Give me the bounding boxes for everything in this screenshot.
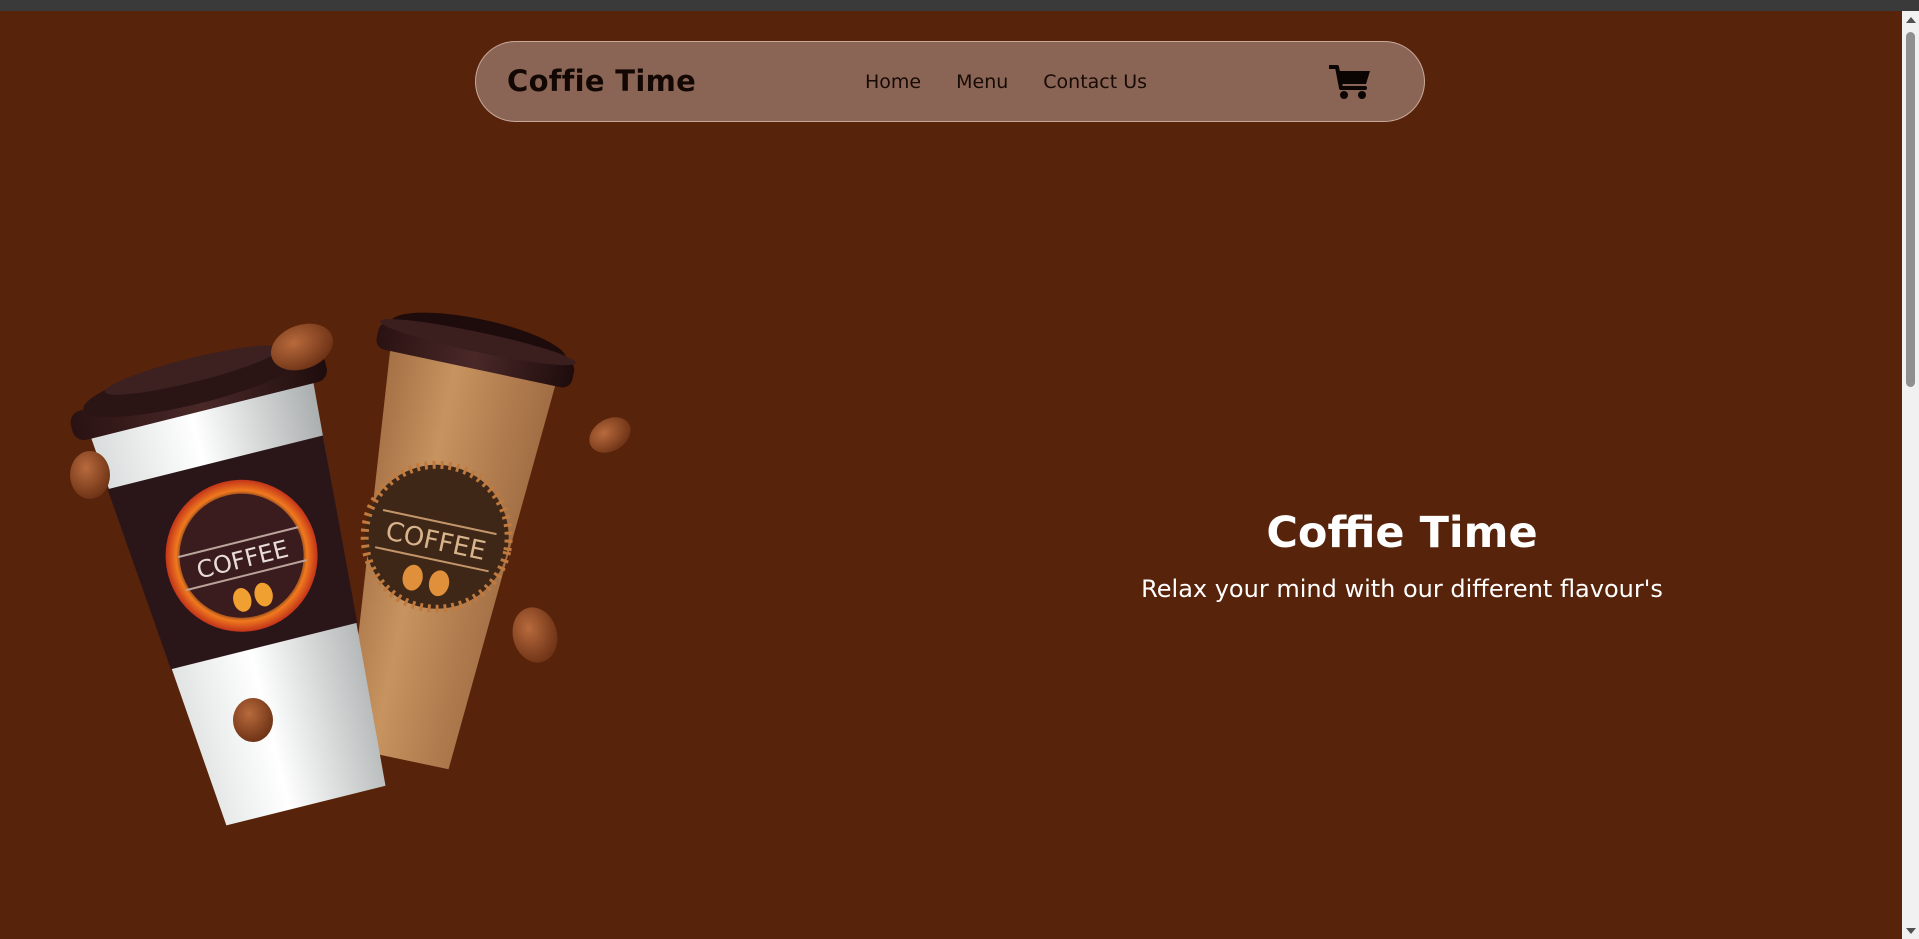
nav-link-menu[interactable]: Menu [956, 71, 1008, 93]
coffee-cups-image: COFFEE COFFEE [70, 312, 631, 826]
scrollbar-thumb[interactable] [1906, 32, 1915, 387]
scroll-up-arrow-icon[interactable] [1906, 17, 1916, 23]
nav-link-contact[interactable]: Contact Us [1043, 71, 1147, 93]
hero-subtitle: Relax your mind with our different flavo… [1141, 575, 1663, 603]
vertical-scrollbar[interactable] [1902, 11, 1919, 939]
hero-text-block: Coffie Time Relax your mind with our dif… [1102, 503, 1702, 605]
page: Coffie Time Home Menu Contact Us COFFEE … [0, 0, 1919, 939]
shopping-cart-icon [1328, 65, 1370, 99]
brand-logo-text[interactable]: Coffie Time [507, 64, 696, 98]
nav-links: Home Menu Contact Us [865, 71, 1147, 93]
hero-title: Coffie Time [1266, 508, 1538, 558]
scroll-down-arrow-icon[interactable] [1906, 928, 1916, 934]
browser-top-strip [0, 0, 1919, 11]
nav-link-home[interactable]: Home [865, 71, 921, 93]
navbar: Coffie Time Home Menu Contact Us [475, 41, 1425, 122]
cart-button[interactable] [1328, 62, 1373, 102]
